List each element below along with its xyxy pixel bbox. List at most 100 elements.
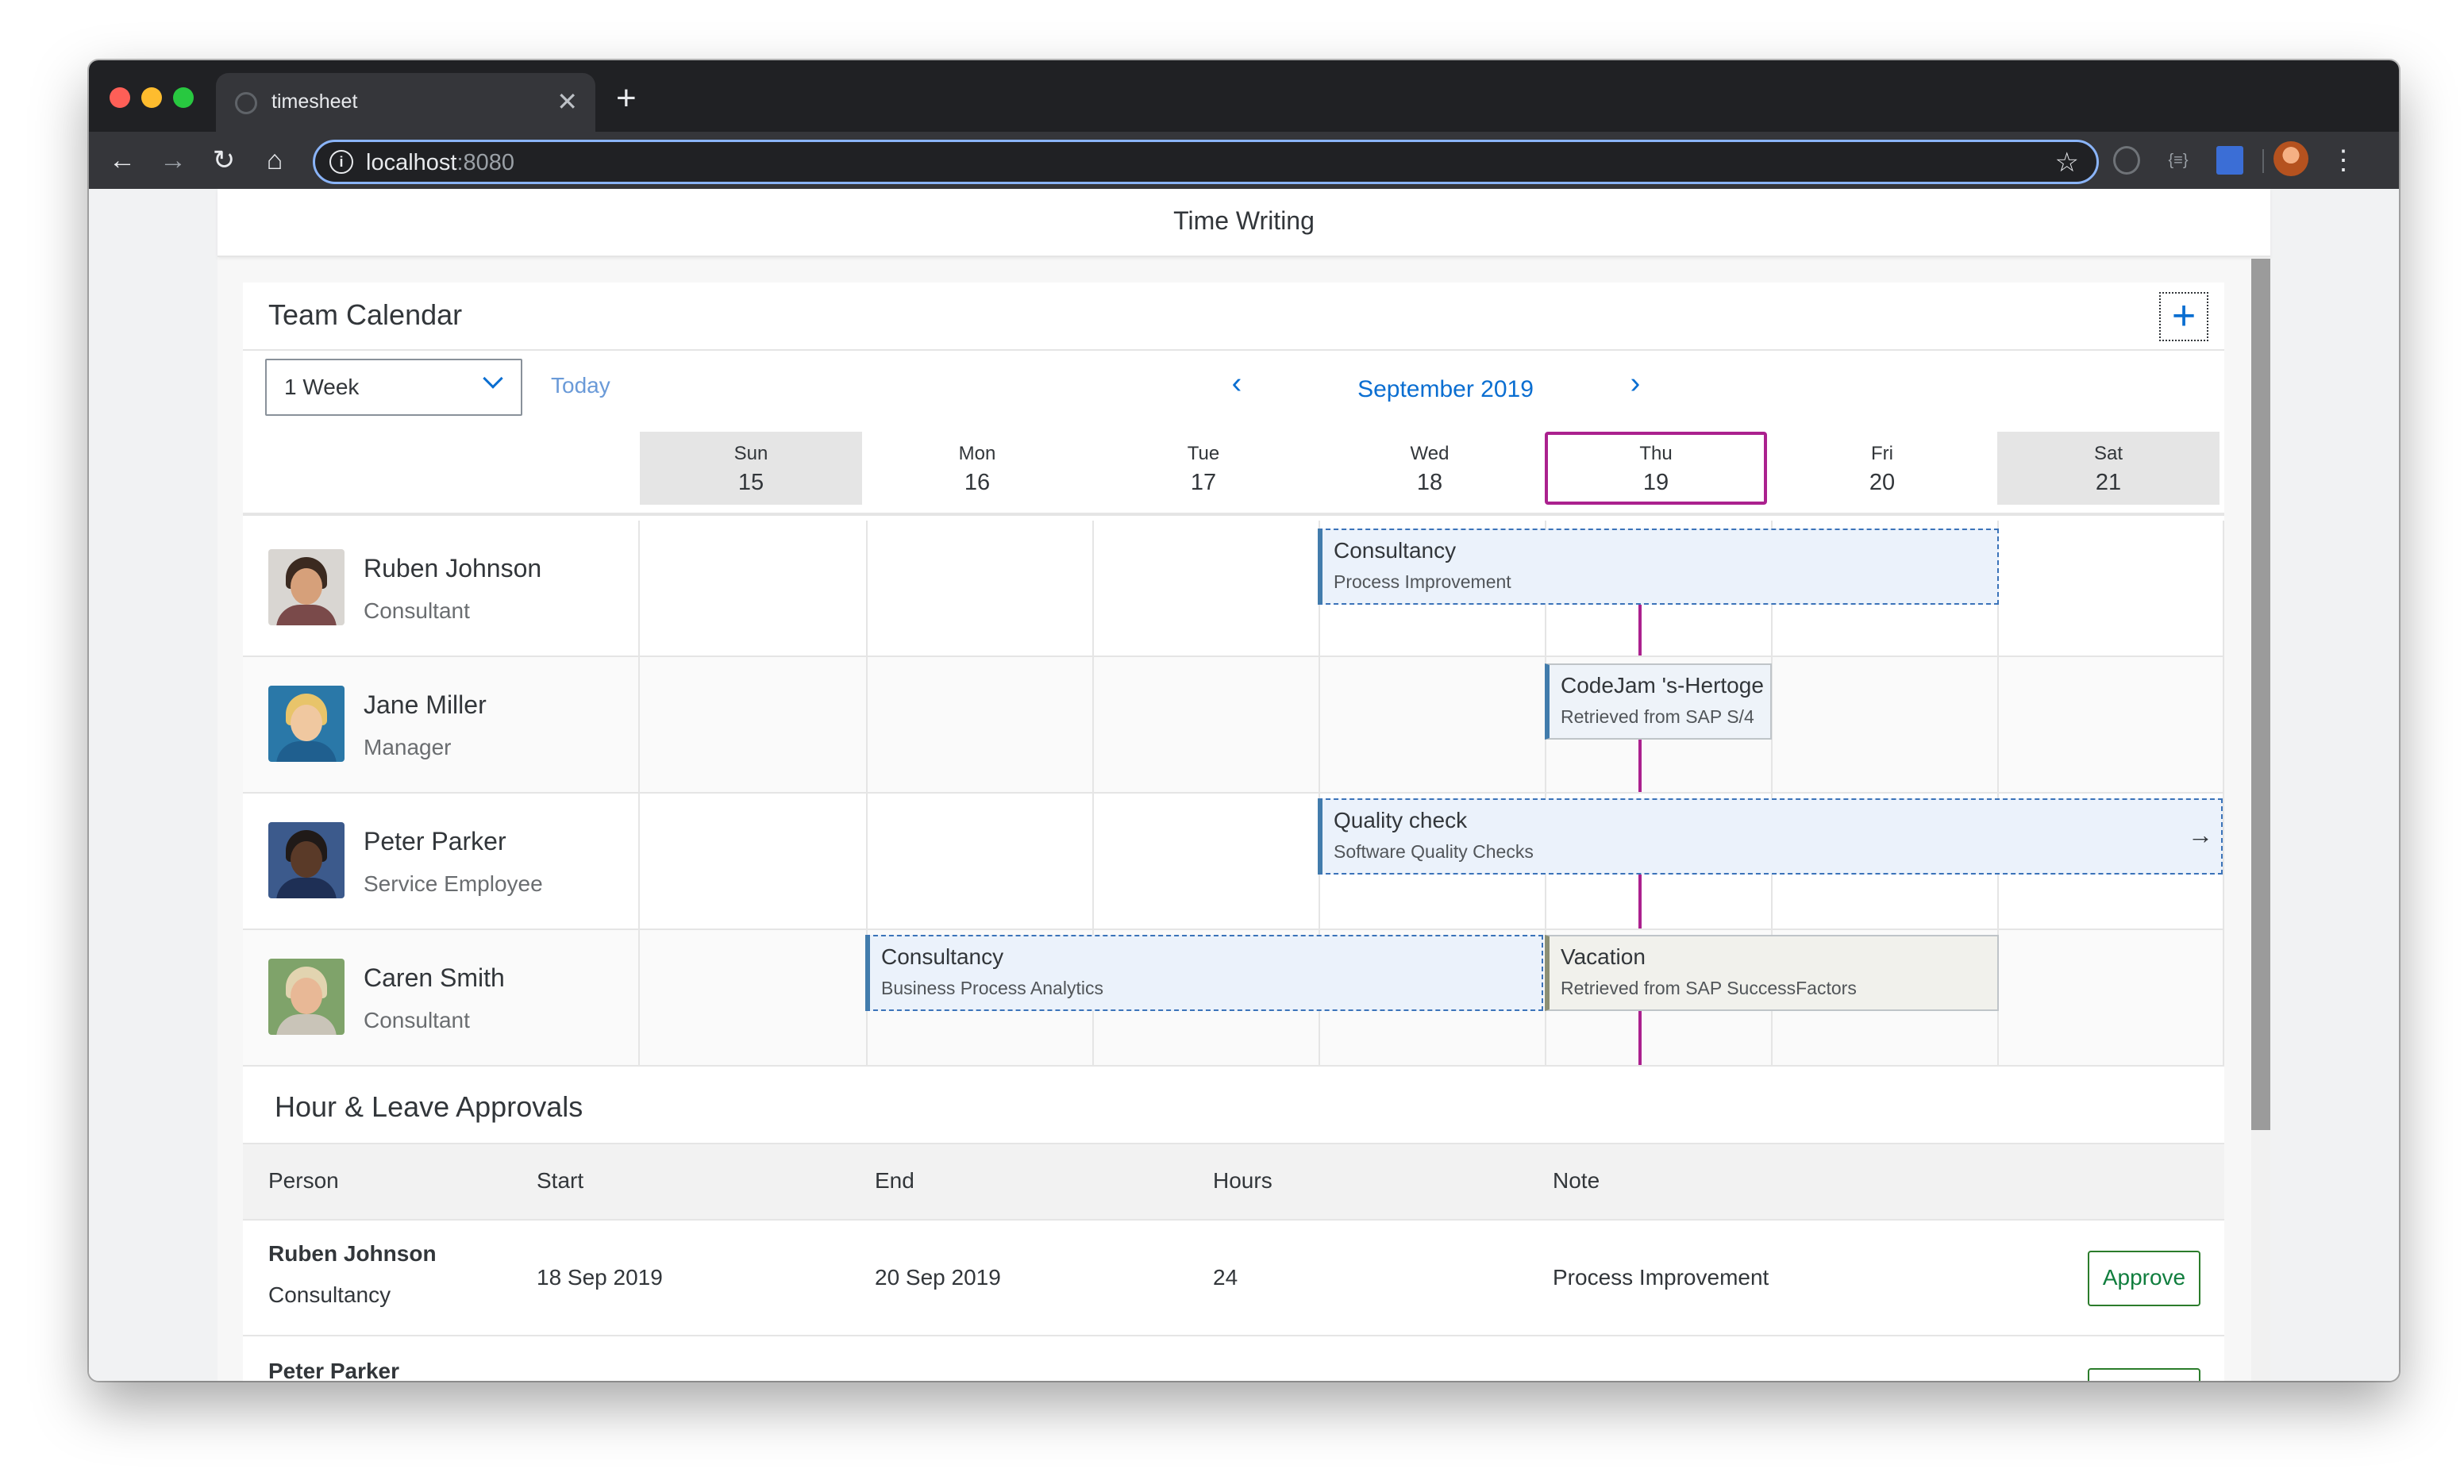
forward-arrow-icon[interactable]: → <box>154 141 192 179</box>
url-port: :8080 <box>456 150 515 175</box>
extension-circle-icon[interactable] <box>2113 146 2140 175</box>
day-name: Fri <box>1871 443 1893 464</box>
header-divider <box>243 513 2224 516</box>
approve-button[interactable] <box>2088 1368 2200 1381</box>
chevron-down-icon <box>483 368 503 389</box>
close-window-button[interactable] <box>110 87 130 108</box>
appointment[interactable]: CodeJam 's-Hertoge Retrieved from SAP S/… <box>1545 663 1772 740</box>
person-role: Consultant <box>364 598 470 623</box>
calendar-title: Team Calendar <box>268 298 463 331</box>
maximize-window-button[interactable] <box>173 87 194 108</box>
day-name: Sat <box>2093 443 2123 464</box>
person-header[interactable]: Peter Parker Service Employee <box>243 794 640 928</box>
row-type: Consultancy <box>268 1282 391 1307</box>
appointment-subtitle: Retrieved from SAP SuccessFactors <box>1561 978 1857 998</box>
calendar-row: Ruben Johnson Consultant Consultancy Pro… <box>243 521 2224 657</box>
month-picker-button[interactable]: September 2019 <box>1275 376 1616 403</box>
page-viewport: Time Writing Team Calendar + 1 Week Toda… <box>89 189 2399 1381</box>
address-bar[interactable]: i localhost:8080 ☆ <box>313 140 2099 184</box>
profile-avatar-icon[interactable] <box>2273 141 2308 176</box>
approvals-table-header: Person Start End Hours Note <box>243 1144 2224 1221</box>
row-start: 18 Sep 2019 <box>537 1265 663 1290</box>
view-select-value: 1 Week <box>284 375 360 399</box>
approve-button[interactable]: Approve <box>2088 1251 2200 1306</box>
globe-icon <box>235 92 257 114</box>
url-host: localhost <box>366 150 457 175</box>
url-text[interactable]: localhost:8080 <box>366 150 514 176</box>
day-name: Mon <box>958 443 996 464</box>
day-header-wed[interactable]: Wed 18 <box>1319 432 1541 505</box>
appointment[interactable]: Consultancy Process Improvement <box>1318 529 1999 605</box>
person-header[interactable]: Caren Smith Consultant <box>243 930 640 1065</box>
column-header: Start <box>537 1168 584 1193</box>
avatar <box>268 822 345 898</box>
day-number: 20 <box>1869 470 1896 495</box>
current-time-indicator <box>1638 870 1642 928</box>
new-tab-icon[interactable]: + <box>616 81 637 116</box>
appointment-subtitle: Business Process Analytics <box>881 978 1103 998</box>
person-header[interactable]: Jane Miller Manager <box>243 657 640 792</box>
appointment-subtitle: Process Improvement <box>1334 571 1511 592</box>
column-header: Hours <box>1213 1168 1272 1193</box>
today-button[interactable]: Today <box>551 373 610 398</box>
more-vert-icon[interactable]: ⋮ <box>2327 141 2359 179</box>
scrollbar-thumb[interactable] <box>2251 259 2270 1130</box>
appointment-title: CodeJam 's-Hertoge <box>1561 673 1764 698</box>
arrow-right-icon: → <box>2188 821 2213 849</box>
appointment[interactable]: Vacation Retrieved from SAP SuccessFacto… <box>1545 935 1999 1011</box>
appointment[interactable]: Consultancy Business Process Analytics <box>865 935 1543 1011</box>
calendar-header: Team Calendar + <box>243 283 2224 351</box>
avatar <box>268 549 345 625</box>
chevron-right-icon[interactable]: › <box>1619 367 1651 401</box>
person-role: Consultant <box>364 1008 470 1032</box>
appointment-title: Consultancy <box>881 944 1004 969</box>
avatar <box>268 959 345 1035</box>
bookmark-star-icon[interactable]: ☆ <box>2055 147 2079 179</box>
day-header-thu[interactable]: Thu 19 <box>1545 432 1767 505</box>
home-icon[interactable]: ⌂ <box>256 141 294 179</box>
toolbar-divider <box>2262 149 2264 173</box>
day-header-fri[interactable]: Fri 20 <box>1771 432 1993 505</box>
appointment-title: Vacation <box>1561 944 1646 969</box>
back-arrow-icon[interactable]: ← <box>103 141 141 179</box>
row-person: Ruben Johnson <box>268 1241 437 1266</box>
appointment-subtitle: Software Quality Checks <box>1334 841 1534 862</box>
browser-tab[interactable]: timesheet ✕ <box>216 73 595 132</box>
table-row[interactable]: Ruben Johnson Consultancy 18 Sep 2019 20… <box>243 1221 2224 1336</box>
person-name: Peter Parker <box>364 827 506 855</box>
extension-braces-icon[interactable]: {≡} <box>2162 146 2194 175</box>
page-title: Time Writing <box>1173 206 1315 235</box>
current-time-indicator <box>1638 1006 1642 1065</box>
chevron-left-icon[interactable]: ‹ <box>1221 367 1253 401</box>
day-name: Sun <box>733 443 768 464</box>
view-select[interactable]: 1 Week <box>265 359 522 416</box>
day-number: 19 <box>1642 470 1669 495</box>
tab-title: timesheet <box>271 90 358 113</box>
reload-icon[interactable]: ↻ <box>205 141 243 179</box>
close-icon[interactable]: ✕ <box>556 86 578 117</box>
table-row[interactable]: Peter Parker <box>243 1338 2224 1381</box>
minimize-window-button[interactable] <box>141 87 162 108</box>
current-time-indicator <box>1638 597 1642 655</box>
column-header: End <box>875 1168 914 1193</box>
appointment-subtitle: Retrieved from SAP S/4 <box>1561 706 1754 727</box>
day-name: Thu <box>1639 443 1673 464</box>
browser-window: timesheet ✕ + ← → ↻ ⌂ i localhost:8080 ☆… <box>89 60 2399 1381</box>
day-header-sat[interactable]: Sat 21 <box>1997 432 2220 505</box>
day-header-tue[interactable]: Tue 17 <box>1092 432 1315 505</box>
person-role: Service Employee <box>364 871 543 896</box>
appointment-title: Consultancy <box>1334 538 1457 563</box>
day-number: 17 <box>1190 470 1217 495</box>
day-header-sun[interactable]: Sun 15 <box>640 432 862 505</box>
day-header-mon[interactable]: Mon 16 <box>866 432 1088 505</box>
calendar-row: Peter Parker Service Employee Quality ch… <box>243 794 2224 930</box>
row-person: Peter Parker <box>268 1359 400 1381</box>
add-appointment-button[interactable]: + <box>2159 292 2208 341</box>
day-number: 21 <box>2095 470 2122 495</box>
appointment-title: Quality check <box>1334 808 1468 832</box>
appointment[interactable]: Quality check Software Quality Checks → <box>1318 798 2223 875</box>
day-number: 15 <box>737 470 764 495</box>
person-header[interactable]: Ruben Johnson Consultant <box>243 521 640 655</box>
extension-blue-icon[interactable] <box>2216 146 2243 175</box>
info-icon[interactable]: i <box>329 150 353 174</box>
